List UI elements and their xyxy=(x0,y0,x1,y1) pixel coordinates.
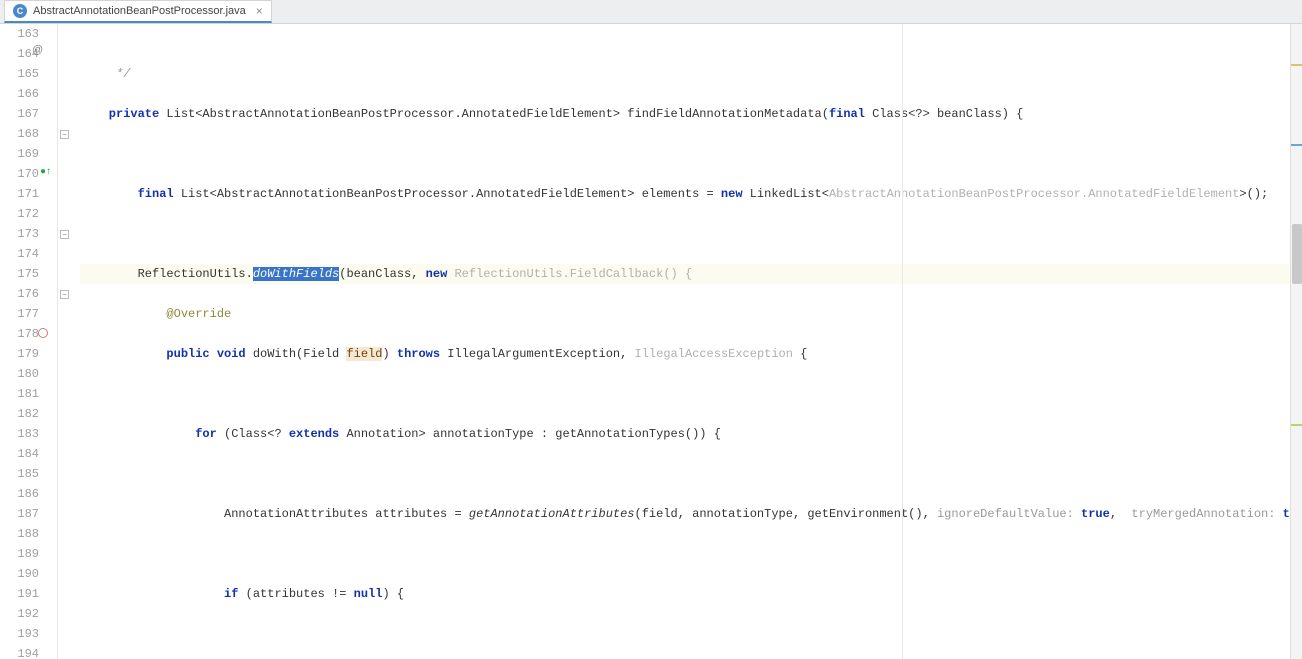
tab-filename: AbstractAnnotationBeanPostProcessor.java xyxy=(33,5,246,17)
line-number[interactable]: 192 xyxy=(0,604,39,624)
editor-body: 1631641651661671681691701711721731741751… xyxy=(0,24,1302,659)
line-number[interactable]: 166 xyxy=(0,84,39,104)
scroll-thumb[interactable] xyxy=(1292,224,1302,284)
override-marker[interactable]: ●↑ xyxy=(40,166,52,178)
at-marker[interactable]: @ xyxy=(32,44,44,56)
fold-column: − − − xyxy=(58,24,72,659)
line-numbers: 1631641651661671681691701711721731741751… xyxy=(0,24,57,659)
line-number[interactable]: 177 xyxy=(0,304,39,324)
line-number[interactable]: 184 xyxy=(0,444,39,464)
line-number[interactable]: 173 xyxy=(0,224,39,244)
line-number[interactable]: 182 xyxy=(0,404,39,424)
selected-text: doWithFields xyxy=(253,267,339,281)
line-number[interactable]: 171 xyxy=(0,184,39,204)
line-number[interactable]: 169 xyxy=(0,144,39,164)
line-number[interactable]: 189 xyxy=(0,544,39,564)
line-number[interactable]: 178 xyxy=(0,324,39,344)
gutter: 1631641651661671681691701711721731741751… xyxy=(0,24,58,659)
line-number[interactable]: 167 xyxy=(0,104,39,124)
breakpoint-circle-icon[interactable] xyxy=(38,328,48,338)
line-number[interactable]: 175 xyxy=(0,264,39,284)
code-area[interactable]: */ private List<AbstractAnnotationBeanPo… xyxy=(72,24,1290,659)
line-number[interactable]: 190 xyxy=(0,564,39,584)
vertical-scrollbar[interactable] xyxy=(1290,24,1302,659)
line-number[interactable]: 193 xyxy=(0,624,39,644)
line-number[interactable]: 163 xyxy=(0,24,39,44)
line-number[interactable]: 188 xyxy=(0,524,39,544)
java-class-icon: C xyxy=(13,4,27,18)
line-number[interactable]: 183 xyxy=(0,424,39,444)
fold-toggle[interactable]: − xyxy=(60,290,69,299)
tab-bar: C AbstractAnnotationBeanPostProcessor.ja… xyxy=(0,0,1302,24)
line-number[interactable]: 187 xyxy=(0,504,39,524)
close-icon[interactable]: × xyxy=(256,4,263,18)
line-number[interactable]: 176 xyxy=(0,284,39,304)
line-number[interactable]: 172 xyxy=(0,204,39,224)
line-number[interactable]: 180 xyxy=(0,364,39,384)
line-number[interactable]: 174 xyxy=(0,244,39,264)
fold-toggle[interactable]: − xyxy=(60,130,69,139)
line-number[interactable]: 165 xyxy=(0,64,39,84)
line-number[interactable]: 168 xyxy=(0,124,39,144)
line-number[interactable]: 194 xyxy=(0,644,39,659)
fold-toggle[interactable]: − xyxy=(60,230,69,239)
file-tab[interactable]: C AbstractAnnotationBeanPostProcessor.ja… xyxy=(4,0,272,23)
editor-window: C AbstractAnnotationBeanPostProcessor.ja… xyxy=(0,0,1302,659)
line-number[interactable]: 179 xyxy=(0,344,39,364)
line-number[interactable]: 181 xyxy=(0,384,39,404)
line-number[interactable]: 191 xyxy=(0,584,39,604)
line-number[interactable]: 170 xyxy=(0,164,39,184)
line-number[interactable]: 185 xyxy=(0,464,39,484)
line-number[interactable]: 186 xyxy=(0,484,39,504)
